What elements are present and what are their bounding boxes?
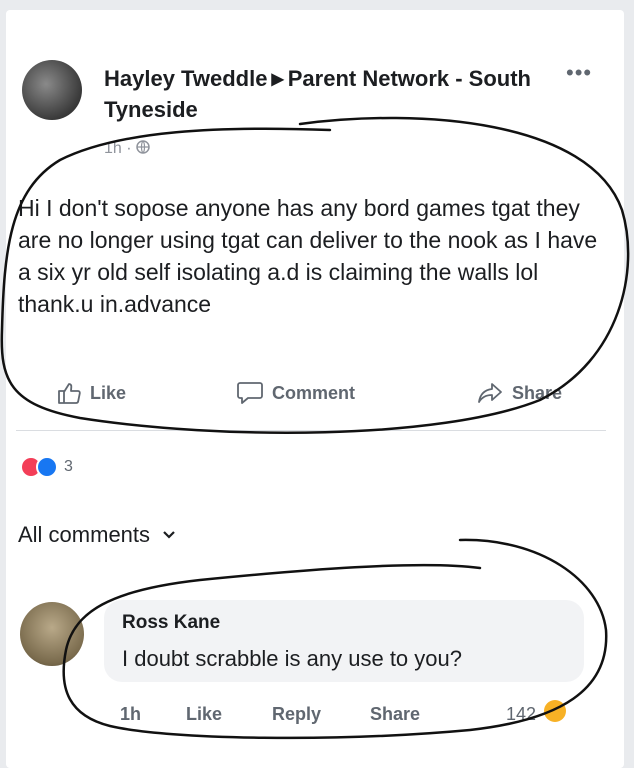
comment-icon [237, 382, 263, 404]
author-avatar[interactable] [22, 60, 82, 120]
like-button[interactable]: Like [56, 380, 126, 406]
chevron-down-icon [163, 531, 175, 539]
post-header: Hayley Tweddle ▶ Parent Network - South Ty… [104, 64, 574, 125]
comment-reply-button[interactable]: Reply [272, 704, 321, 725]
author-name[interactable]: Hayley Tweddle [104, 66, 267, 91]
post-meta: 1h · [104, 140, 150, 158]
comment-reaction-count[interactable]: 142 [506, 704, 536, 725]
reaction-icons [20, 456, 58, 478]
comment-filter[interactable]: All comments [18, 522, 176, 548]
post-time[interactable]: 1h [104, 140, 122, 157]
haha-reaction-icon [544, 700, 566, 722]
thumbs-up-icon [58, 383, 81, 404]
reaction-summary[interactable]: 3 [20, 456, 73, 478]
reaction-count: 3 [64, 458, 73, 475]
post-text: Hi I don't sopose anyone has any bord ga… [18, 195, 598, 317]
post-actions: Like Comment Share [56, 380, 596, 412]
comment-time[interactable]: 1h [120, 704, 141, 725]
comment-label: Comment [272, 382, 356, 403]
globe-icon [136, 140, 150, 154]
comment-button[interactable]: Comment [236, 380, 355, 406]
divider [16, 430, 606, 431]
like-reaction-icon [36, 456, 58, 478]
dot-separator: · [126, 140, 132, 157]
share-icon [478, 383, 502, 403]
share-label: Share [512, 382, 563, 403]
comment-text: I doubt scrabble is any use to you? [122, 646, 462, 671]
share-button[interactable]: Share [476, 380, 562, 406]
comment-filter-label: All comments [18, 522, 151, 547]
comment-like-button[interactable]: Like [186, 704, 222, 725]
comment-author[interactable]: Ross Kane [122, 612, 220, 634]
like-label: Like [90, 382, 127, 403]
arrow-right-icon: ▶ [271, 71, 284, 88]
more-options-icon[interactable]: ••• [566, 60, 592, 86]
commenter-avatar[interactable] [20, 602, 84, 666]
comment-share-button[interactable]: Share [370, 704, 420, 725]
